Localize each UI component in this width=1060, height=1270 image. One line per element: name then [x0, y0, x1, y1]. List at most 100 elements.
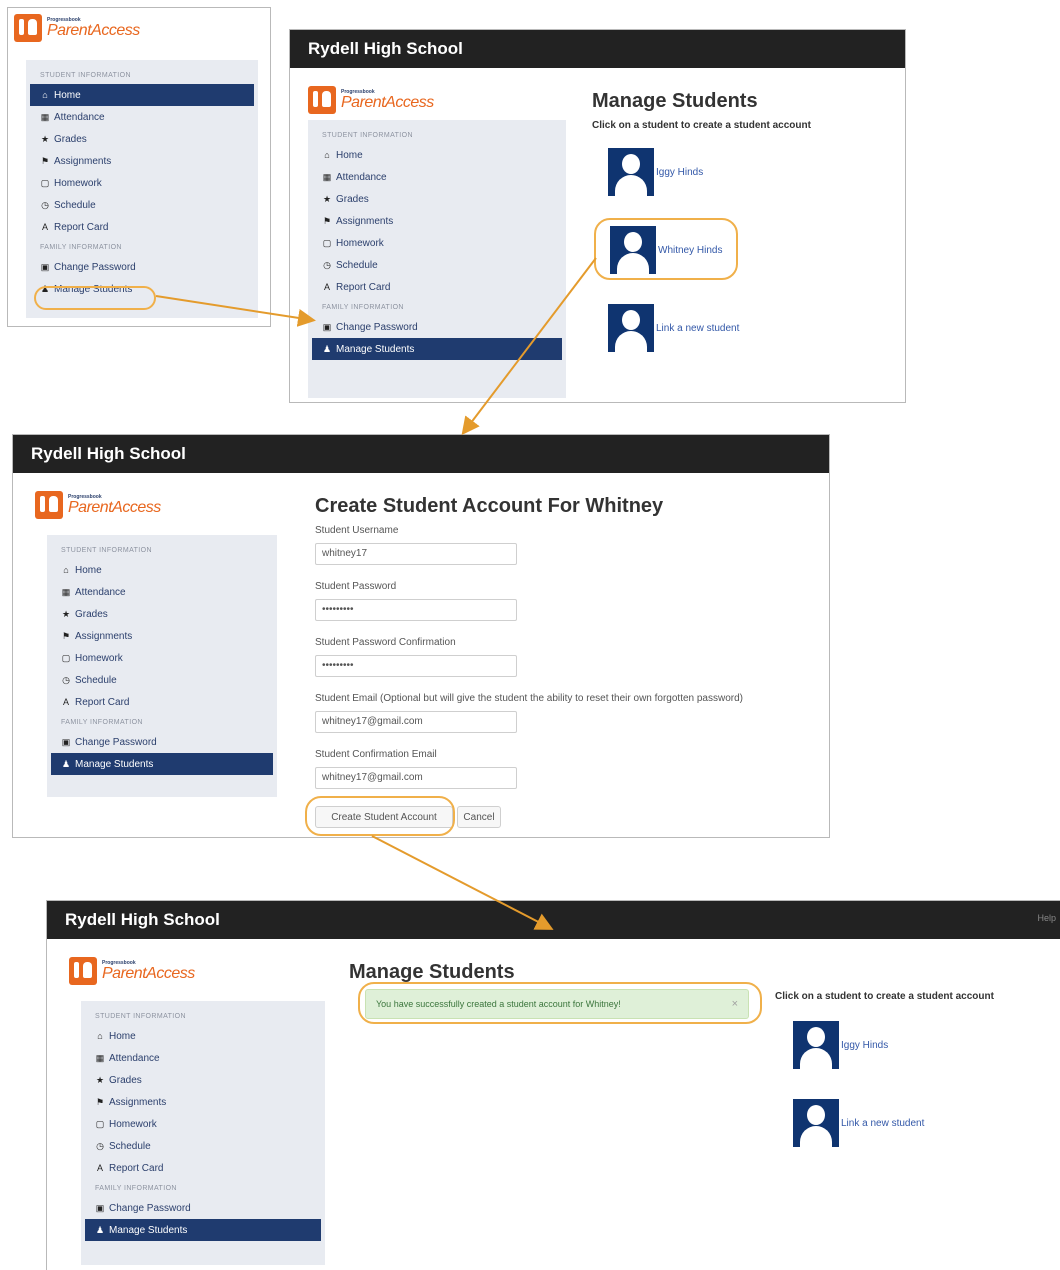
sidebar-item-grades[interactable]: ★ Grades [85, 1069, 321, 1091]
sidebar-item-assignments[interactable]: ⚑ Assignments [30, 150, 254, 172]
sidebar-item-home[interactable]: ⌂ Home [30, 84, 254, 106]
sidebar-item-assignments[interactable]: ⚑ Assignments [85, 1091, 321, 1113]
sidebar-item-report-card[interactable]: A Report Card [30, 216, 254, 238]
page-title: Create Student Account For Whitney [315, 495, 664, 517]
sidebar-item-grades[interactable]: ★ Grades [51, 603, 273, 625]
sidebar-item-homework[interactable]: ▢ Homework [85, 1113, 321, 1135]
sidebar-item-assignments[interactable]: ⚑ Assignments [51, 625, 273, 647]
help-link[interactable]: Help [1037, 913, 1056, 923]
student-whitney-hinds[interactable]: Whitney Hinds [610, 226, 722, 274]
sidebar-item-label: Change Password [109, 1202, 191, 1214]
sidebar-item-manage-students[interactable]: ♟ Manage Students [85, 1219, 321, 1241]
student-iggy-hinds[interactable]: Iggy Hinds [793, 1021, 888, 1069]
sidebar-item-homework[interactable]: ▢ Homework [30, 172, 254, 194]
sidebar-item-manage-students[interactable]: ♟ Manage Students [312, 338, 562, 360]
sidebar-nav: STUDENT INFORMATION ⌂ Home ▦ Attendance ★ Grad… [308, 120, 566, 398]
link-new-student[interactable]: Link a new student [608, 304, 739, 352]
sidebar-item-schedule[interactable]: ◷ Schedule [30, 194, 254, 216]
sidebar-item-assignments[interactable]: ⚑ Assignments [312, 210, 562, 232]
email-label: Student Email (Optional but will give th… [315, 693, 744, 704]
sidebar-section-heading: STUDENT INFORMATION [61, 547, 152, 554]
sidebar-item-home[interactable]: ⌂ Home [312, 144, 562, 166]
sidebar-item-grades[interactable]: ★ Grades [312, 188, 562, 210]
sidebar-item-change-password[interactable]: ▣ Change Password [85, 1197, 321, 1219]
sidebar-item-homework[interactable]: ▢ Homework [51, 647, 273, 669]
sidebar-item-label: Homework [54, 177, 102, 189]
sidebar-item-label: Schedule [109, 1140, 151, 1152]
sidebar-item-label: Attendance [336, 171, 387, 183]
cancel-button[interactable]: Cancel [457, 806, 501, 828]
student-name[interactable]: Iggy Hinds [841, 1040, 888, 1051]
logo-text: ParentAccess [47, 21, 140, 39]
sidebar-item-change-password[interactable]: ▣ Change Password [51, 731, 273, 753]
close-icon[interactable]: × [732, 998, 738, 1010]
sidebar-item-change-password[interactable]: ▣ Change Password [30, 256, 254, 278]
clock-icon: ◷ [96, 1140, 104, 1151]
star-icon: ★ [40, 133, 50, 144]
sidebar-item-change-password[interactable]: ▣ Change Password [312, 316, 562, 338]
student-name[interactable]: Whitney Hinds [658, 245, 722, 256]
sidebar-item-schedule[interactable]: ◷ Schedule [85, 1135, 321, 1157]
student-avatar-icon [793, 1099, 839, 1147]
sidebar-item-label: Schedule [75, 674, 117, 686]
sidebar-item-report-card[interactable]: A Report Card [51, 691, 273, 713]
instruction-text: Click on a student to create a student a… [775, 991, 994, 1002]
sidebar-section-heading: FAMILY INFORMATION [40, 244, 122, 251]
sidebar-item-label: Assignments [75, 630, 133, 642]
sidebar-item-grades[interactable]: ★ Grades [30, 128, 254, 150]
student-name[interactable]: Link a new student [841, 1118, 924, 1129]
create-student-account-button[interactable]: Create Student Account [315, 806, 453, 828]
logo-text: ParentAccess [68, 498, 161, 516]
student-name[interactable]: Link a new student [656, 323, 739, 334]
sidebar-item-attendance[interactable]: ▦ Attendance [51, 581, 273, 603]
sidebar-item-manage-students[interactable]: ♟ Manage Students [51, 753, 273, 775]
create-student-account-panel: Rydell High School Progressbook ParentAcc… [12, 434, 830, 838]
logo-mark-icon [14, 14, 42, 42]
sidebar-item-home[interactable]: ⌂ Home [85, 1025, 321, 1047]
sidebar-nav: STUDENT INFORMATION ⌂ Home ▦ Attendance ★ Grad… [47, 535, 277, 797]
sidebar-section-heading: FAMILY INFORMATION [322, 304, 404, 311]
sidebar-item-label: Home [75, 564, 102, 576]
calendar-icon: ▦ [61, 586, 71, 597]
sidebar-item-attendance[interactable]: ▦ Attendance [312, 166, 562, 188]
email-confirm-input[interactable]: whitney17@gmail.com [315, 767, 517, 789]
calendar-icon: ▦ [322, 171, 332, 182]
book-icon: ▢ [40, 177, 50, 188]
clock-icon: ◷ [41, 199, 49, 210]
parentaccess-logo: Progressbook ParentAccess [308, 86, 434, 114]
sidebar-item-attendance[interactable]: ▦ Attendance [30, 106, 254, 128]
student-name[interactable]: Iggy Hinds [656, 167, 703, 178]
password-input[interactable]: ••••••••• [315, 599, 517, 621]
flag-icon: ⚑ [61, 630, 71, 641]
email-input[interactable]: whitney17@gmail.com [315, 711, 517, 733]
student-avatar-icon [793, 1021, 839, 1069]
sidebar-item-home[interactable]: ⌂ Home [51, 559, 273, 581]
user-icon: ♟ [95, 1224, 105, 1235]
student-iggy-hinds[interactable]: Iggy Hinds [608, 148, 703, 196]
sidebar-item-manage-students[interactable]: ♟ Manage Students [30, 278, 254, 300]
school-name: Rydell High School [65, 910, 220, 929]
sidebar-item-label: Attendance [109, 1052, 160, 1064]
username-input[interactable]: whitney17 [315, 543, 517, 565]
sidebar-item-attendance[interactable]: ▦ Attendance [85, 1047, 321, 1069]
sidebar-item-schedule[interactable]: ◷ Schedule [312, 254, 562, 276]
lock-icon: ▣ [95, 1202, 105, 1213]
sidebar-section-heading: STUDENT INFORMATION [322, 132, 413, 139]
sidebar-item-schedule[interactable]: ◷ Schedule [51, 669, 273, 691]
sidebar-item-homework[interactable]: ▢ Homework [312, 232, 562, 254]
password-confirm-input[interactable]: ••••••••• [315, 655, 517, 677]
sidebar-item-report-card[interactable]: A Report Card [312, 276, 562, 298]
sidebar-item-label: Grades [54, 133, 87, 145]
sidebar-item-report-card[interactable]: A Report Card [85, 1157, 321, 1179]
sidebar-section-heading: FAMILY INFORMATION [61, 719, 143, 726]
sidebar-item-label: Change Password [54, 261, 136, 273]
sidebar-item-label: Homework [109, 1118, 157, 1130]
success-alert-text: You have successfully created a student … [376, 999, 621, 1009]
flag-icon: ⚑ [40, 155, 50, 166]
logo-mark-icon [69, 957, 97, 985]
link-new-student[interactable]: Link a new student [793, 1099, 924, 1147]
home-icon: ⌂ [42, 90, 48, 100]
sidebar-item-label: Grades [336, 193, 369, 205]
parentaccess-logo: Progressbook ParentAccess [69, 957, 195, 985]
sidebar-item-label: Home [336, 149, 363, 161]
